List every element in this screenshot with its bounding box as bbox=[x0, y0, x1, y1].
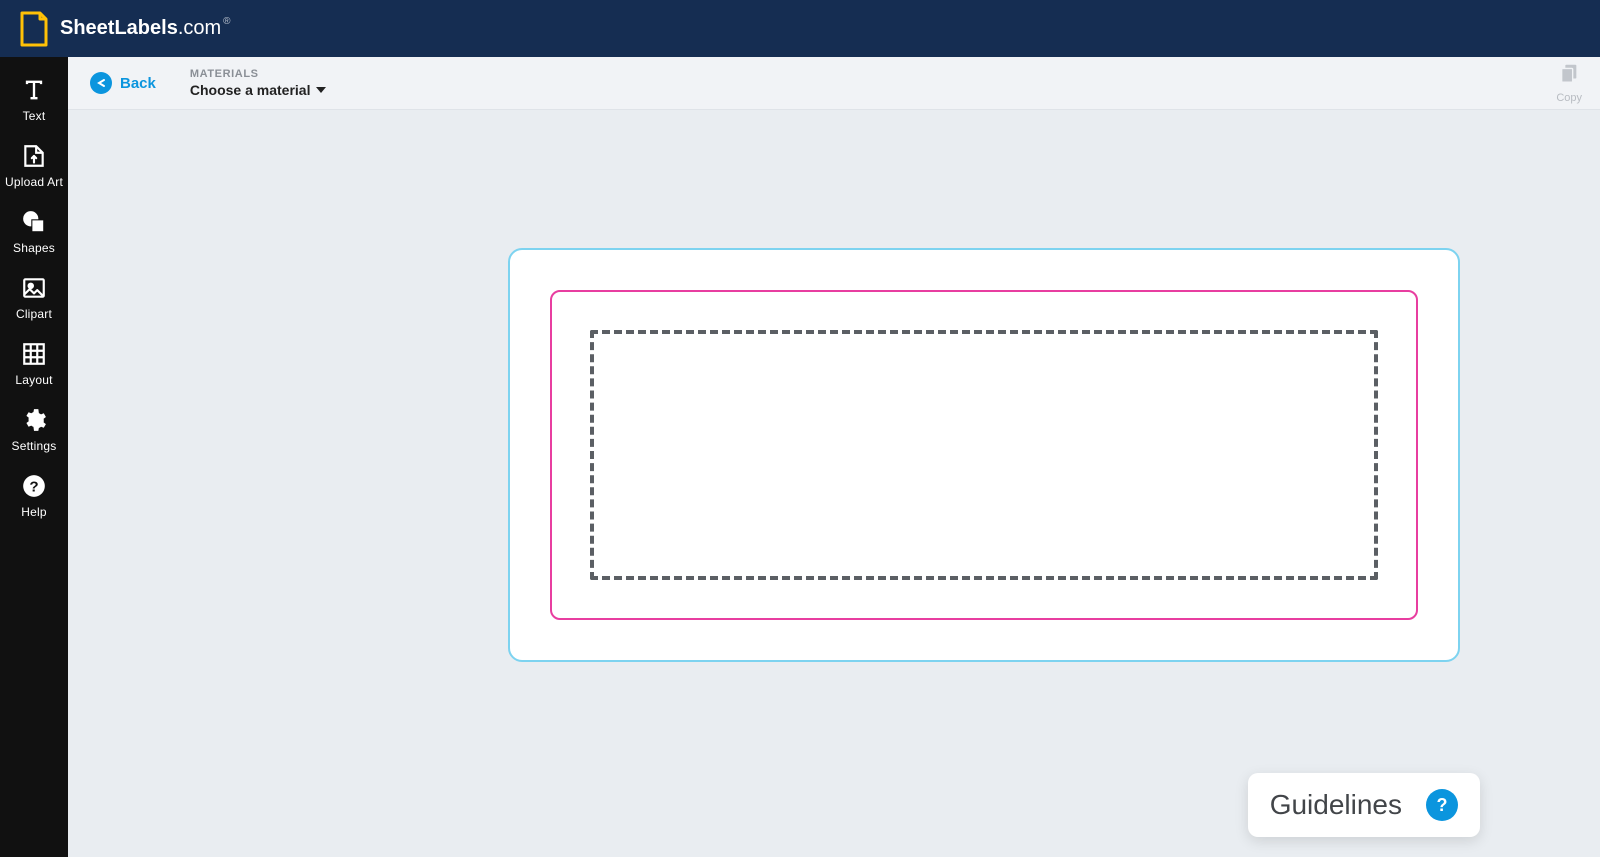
guidelines-panel-toggle[interactable]: Guidelines ? bbox=[1248, 773, 1480, 837]
back-button[interactable]: Back bbox=[90, 72, 156, 94]
text-icon bbox=[19, 75, 49, 105]
svg-text:?: ? bbox=[29, 478, 38, 495]
image-icon bbox=[19, 273, 49, 303]
toolbar-right: Copy bbox=[1556, 57, 1582, 109]
sidebar-item-label: Clipart bbox=[16, 307, 52, 321]
app-header: SheetLabels.com® bbox=[0, 0, 1600, 57]
sidebar-item-label: Help bbox=[21, 505, 46, 519]
grid-icon bbox=[19, 339, 49, 369]
shapes-icon bbox=[19, 207, 49, 237]
sidebar-item-layout[interactable]: Layout bbox=[0, 331, 68, 397]
sheetlabels-logo-icon bbox=[18, 11, 50, 47]
sidebar-item-text[interactable]: Text bbox=[0, 67, 68, 133]
sidebar-item-label: Shapes bbox=[13, 241, 55, 255]
brand-logo[interactable]: SheetLabels.com® bbox=[18, 11, 231, 47]
tool-sidebar: Text Upload Art Shapes Clipart Layout bbox=[0, 57, 68, 857]
brand-registered: ® bbox=[223, 16, 230, 27]
back-arrow-icon bbox=[90, 72, 112, 94]
sidebar-item-shapes[interactable]: Shapes bbox=[0, 199, 68, 265]
sidebar-item-label: Layout bbox=[15, 373, 52, 387]
sidebar-item-label: Upload Art bbox=[5, 175, 63, 189]
brand-light: .com bbox=[178, 17, 221, 39]
copy-label: Copy bbox=[1556, 92, 1582, 104]
main-area: Back MATERIALS Choose a material Copy bbox=[68, 57, 1600, 857]
back-label: Back bbox=[120, 75, 156, 92]
chevron-down-icon bbox=[316, 87, 326, 93]
sidebar-item-label: Text bbox=[23, 109, 46, 123]
guidelines-title: Guidelines bbox=[1270, 789, 1402, 821]
upload-icon bbox=[19, 141, 49, 171]
sidebar-item-clipart[interactable]: Clipart bbox=[0, 265, 68, 331]
body-wrap: Text Upload Art Shapes Clipart Layout bbox=[0, 57, 1600, 857]
brand-bold: SheetLabels bbox=[60, 17, 178, 39]
sidebar-item-label: Settings bbox=[12, 439, 57, 453]
material-dropdown[interactable]: Choose a material bbox=[190, 82, 327, 98]
sidebar-item-help[interactable]: ? Help bbox=[0, 463, 68, 529]
design-canvas[interactable]: Guidelines ? bbox=[68, 110, 1600, 857]
gear-icon bbox=[19, 405, 49, 435]
help-icon: ? bbox=[19, 471, 49, 501]
copy-button[interactable]: Copy bbox=[1556, 62, 1582, 104]
sidebar-item-settings[interactable]: Settings bbox=[0, 397, 68, 463]
sidebar-item-upload[interactable]: Upload Art bbox=[0, 133, 68, 199]
brand-text: SheetLabels.com® bbox=[60, 17, 231, 40]
label-safe-zone bbox=[590, 330, 1378, 580]
top-toolbar: Back MATERIALS Choose a material Copy bbox=[68, 57, 1600, 110]
material-selected-value: Choose a material bbox=[190, 82, 311, 98]
copy-icon bbox=[1558, 62, 1580, 89]
label-bleed-boundary bbox=[508, 248, 1460, 662]
materials-heading: MATERIALS bbox=[190, 68, 327, 80]
guidelines-help-icon: ? bbox=[1426, 789, 1458, 821]
materials-block: MATERIALS Choose a material bbox=[190, 68, 327, 98]
